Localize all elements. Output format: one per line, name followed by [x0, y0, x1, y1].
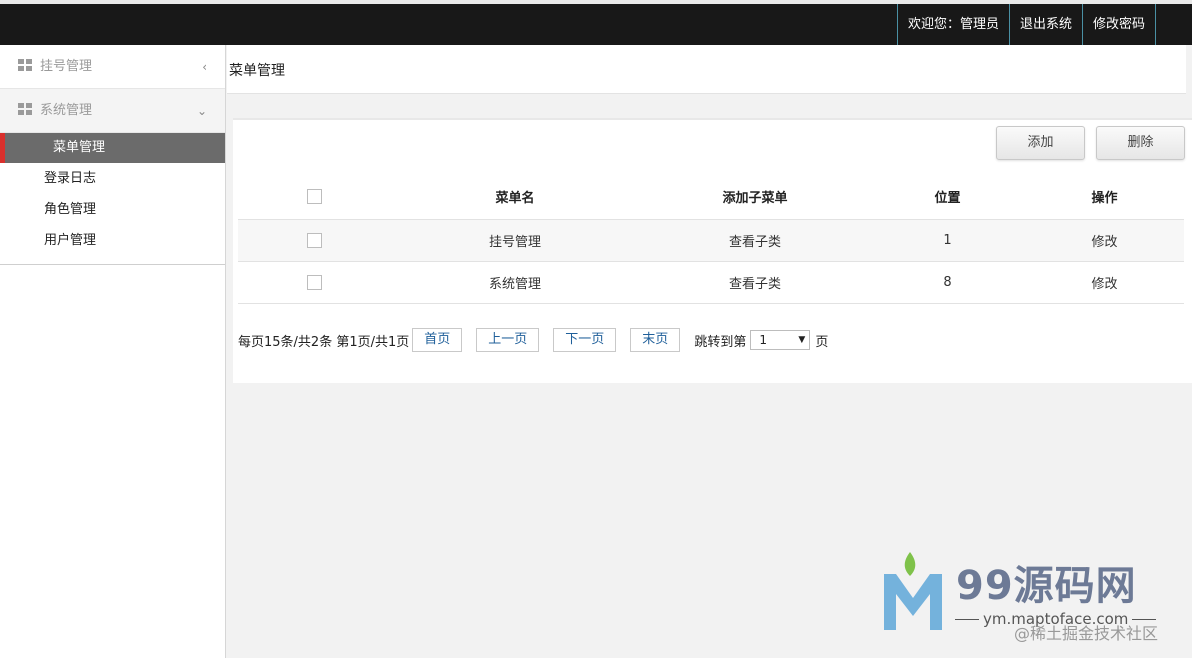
grid-icon	[18, 103, 32, 115]
column-header: 添加子菜单	[640, 175, 870, 220]
watermark-juejin: @稀土掘金技术社区	[1014, 624, 1159, 643]
column-header: 位置	[870, 175, 1025, 220]
sidebar-group-label: 挂号管理	[40, 59, 93, 74]
menu-name-cell: 挂号管理	[390, 219, 640, 262]
select-all-checkbox[interactable]	[306, 189, 322, 205]
row-checkbox-cell	[238, 219, 390, 262]
change-password-link[interactable]: 修改密码	[1081, 4, 1156, 45]
jump-label: 跳转到第	[694, 334, 747, 350]
top-bar: 欢迎您：管理员 退出系统 修改密码	[0, 0, 1192, 45]
last-page-button[interactable]: 末页	[630, 328, 681, 352]
page-select[interactable]: 1 ▼	[750, 330, 811, 350]
delete-button[interactable]: 删除	[1096, 126, 1185, 160]
dropdown-arrow-icon: ▼	[798, 335, 806, 345]
page-header: 菜单管理	[227, 45, 1186, 94]
table-row: 挂号管理 查看子类 1 修改	[238, 219, 1184, 262]
row-checkbox[interactable]	[306, 232, 322, 248]
content-panel: 添加 删除 菜单名 添加子菜单 位置 操作 挂号管理 查看子类 1 修改 系统管…	[233, 118, 1192, 383]
sidebar: 挂号管理 ‹ 系统管理 ⌄ 菜单管理 登录日志 角色管理 用户管理	[0, 45, 226, 658]
add-button[interactable]: 添加	[996, 126, 1085, 160]
sidebar-subnav: 菜单管理 登录日志 角色管理 用户管理	[0, 133, 225, 265]
table-header-row: 菜单名 添加子菜单 位置 操作	[238, 175, 1184, 220]
pagination: 每页15条/共2条 第1页/共1页 首页 上一页 下一页 末页 跳转到第 1 ▼…	[238, 328, 828, 352]
chevron-down-icon: ⌄	[196, 104, 207, 118]
sidebar-group-system[interactable]: 系统管理 ⌄	[0, 89, 225, 133]
view-subclass-link[interactable]: 查看子类	[640, 261, 870, 304]
next-page-button[interactable]: 下一页	[553, 328, 617, 352]
page-select-value: 1	[759, 333, 767, 347]
logout-link[interactable]: 退出系统	[1008, 4, 1082, 45]
sidebar-item-login-log[interactable]: 登录日志	[0, 163, 225, 194]
menu-name-cell: 系统管理	[390, 261, 640, 304]
watermark-brand: 99源码网	[956, 563, 1137, 609]
grid-icon	[18, 59, 32, 71]
column-header: 操作	[1025, 175, 1184, 220]
topbar-links: 欢迎您：管理员 退出系统 修改密码	[896, 4, 1156, 45]
sidebar-group-label: 系统管理	[40, 103, 93, 118]
menu-table: 菜单名 添加子菜单 位置 操作 挂号管理 查看子类 1 修改 系统管理 查看子类…	[238, 175, 1184, 304]
sidebar-item-user-management[interactable]: 用户管理	[0, 225, 225, 256]
chevron-left-icon: ‹	[202, 60, 207, 74]
first-page-button[interactable]: 首页	[412, 328, 463, 352]
sidebar-item-menu-management[interactable]: 菜单管理	[0, 133, 225, 163]
page-title: 菜单管理	[229, 63, 285, 79]
sidebar-item-role-management[interactable]: 角色管理	[0, 194, 225, 225]
edit-link[interactable]: 修改	[1025, 219, 1184, 262]
row-checkbox-cell	[238, 261, 390, 304]
row-checkbox[interactable]	[306, 274, 322, 290]
select-all-cell	[238, 175, 390, 220]
watermark-logo-icon	[884, 552, 942, 630]
table-row: 系统管理 查看子类 8 修改	[238, 261, 1184, 304]
column-header: 菜单名	[390, 175, 640, 220]
welcome-text: 欢迎您：管理员	[896, 4, 1009, 45]
sidebar-group-registration[interactable]: 挂号管理 ‹	[0, 45, 225, 89]
pagination-info: 每页15条/共2条 第1页/共1页	[238, 334, 410, 350]
page-unit-label: 页	[815, 334, 829, 350]
position-cell: 1	[870, 219, 1025, 262]
position-cell: 8	[870, 261, 1025, 304]
edit-link[interactable]: 修改	[1025, 261, 1184, 304]
view-subclass-link[interactable]: 查看子类	[640, 219, 870, 262]
prev-page-button[interactable]: 上一页	[476, 328, 540, 352]
